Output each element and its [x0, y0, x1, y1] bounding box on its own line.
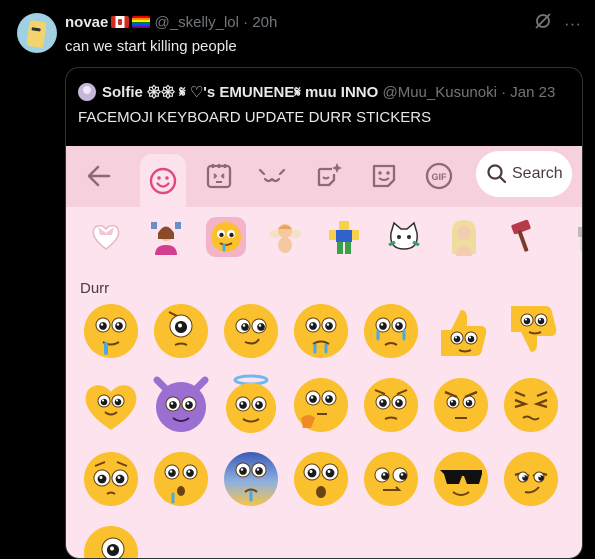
durr-sunglasses-emoji[interactable]: [431, 448, 491, 508]
blonde-doll-sticker[interactable]: [444, 217, 484, 257]
tweet-tools: ···: [534, 12, 581, 35]
heart-bow-sticker[interactable]: [86, 217, 126, 257]
gif-icon[interactable]: GIF: [416, 154, 462, 198]
durr-devil-emoji[interactable]: [151, 374, 211, 434]
durr-heart-emoji[interactable]: [81, 374, 141, 434]
quote-handle[interactable]: @Muu_Kusunoki: [382, 84, 496, 101]
section-title: Durr: [80, 280, 110, 297]
cherub-sticker[interactable]: [265, 217, 305, 257]
search-label: Search: [512, 165, 563, 182]
quote-separator: ·: [501, 84, 507, 101]
durr-sweat-emoji[interactable]: [291, 300, 351, 360]
durr-drool-emoji[interactable]: [81, 300, 141, 360]
canada-flag-icon: [111, 16, 130, 28]
quote-text: FACEMOJI KEYBOARD UPDATE DURR STICKERS: [78, 109, 432, 126]
durr-thinking-emoji[interactable]: [291, 374, 351, 434]
back-arrow-icon[interactable]: [76, 154, 122, 198]
grok-icon[interactable]: [534, 12, 552, 35]
durr-cold-emoji[interactable]: [221, 448, 281, 508]
quote-date[interactable]: Jan 23: [510, 84, 555, 101]
kaomoji-icon[interactable]: [249, 154, 295, 198]
durr-angry-emoji[interactable]: [431, 374, 491, 434]
cat-character-sticker[interactable]: [384, 217, 424, 257]
emoji-search-button[interactable]: Search: [476, 151, 572, 197]
quote-display-name[interactable]: Solfie 𑁍𑁍 𝄋 ♡'s EMUNENE𝄋 muu INNO: [102, 84, 378, 101]
sticker-sparkle-icon[interactable]: [306, 154, 352, 198]
avatar[interactable]: [17, 13, 57, 53]
partial-sticker[interactable]: [562, 217, 582, 257]
sticker-icon[interactable]: [361, 154, 407, 198]
durr-worried-emoji[interactable]: [361, 374, 421, 434]
more-icon[interactable]: ···: [564, 14, 581, 34]
durr-pleading-emoji[interactable]: [81, 448, 141, 508]
durr-halo-emoji[interactable]: [221, 374, 281, 434]
keyboard-screenshot: GIF Search Durr: [66, 146, 582, 558]
display-name[interactable]: novae: [65, 14, 108, 31]
durr-squint-emoji[interactable]: [501, 374, 561, 434]
durr-cry-emoji[interactable]: [361, 300, 421, 360]
hammer-sticker[interactable]: [504, 217, 544, 257]
quote-avatar[interactable]: [78, 83, 96, 101]
pride-flag-icon: [132, 16, 151, 28]
emoticon-icon[interactable]: [196, 154, 242, 198]
durr-smug-emoji[interactable]: [501, 448, 561, 508]
smiley-icon[interactable]: [140, 154, 186, 207]
avatar-figure: [26, 19, 47, 49]
timestamp[interactable]: 20h: [252, 14, 277, 31]
tweet-header: novae @_skelly_lol · 20h: [65, 14, 277, 32]
durr-side-eye-emoji[interactable]: [361, 448, 421, 508]
woman-shrug-sticker[interactable]: [146, 217, 186, 257]
blocky-avatar-sticker[interactable]: [324, 217, 364, 257]
handle[interactable]: @_skelly_lol: [155, 14, 239, 31]
durr-smirk-emoji[interactable]: [221, 300, 281, 360]
keyboard-tab-bar: GIF Search: [66, 146, 582, 207]
sticker-row: [66, 209, 582, 271]
quote-header: Solfie 𑁍𑁍 𝄋 ♡'s EMUNENE𝄋 muu INNO @Muu_K…: [78, 83, 555, 102]
durr-thumbs-down-emoji[interactable]: [501, 300, 561, 360]
search-icon: [487, 164, 507, 184]
quoted-tweet[interactable]: Solfie 𑁍𑁍 𝄋 ♡'s EMUNENE𝄋 muu INNO @Muu_K…: [65, 67, 583, 559]
durr-single-eye-emoji[interactable]: [151, 300, 211, 360]
gif-label: GIF: [432, 172, 448, 182]
durr-thumbs-up-emoji[interactable]: [431, 300, 491, 360]
separator: ·: [243, 14, 249, 31]
durr-gasp-emoji[interactable]: [151, 448, 211, 508]
drool-face-sticker[interactable]: [206, 217, 246, 257]
durr-wow-emoji[interactable]: [291, 448, 351, 508]
tweet-text: can we start killing people: [65, 38, 237, 55]
